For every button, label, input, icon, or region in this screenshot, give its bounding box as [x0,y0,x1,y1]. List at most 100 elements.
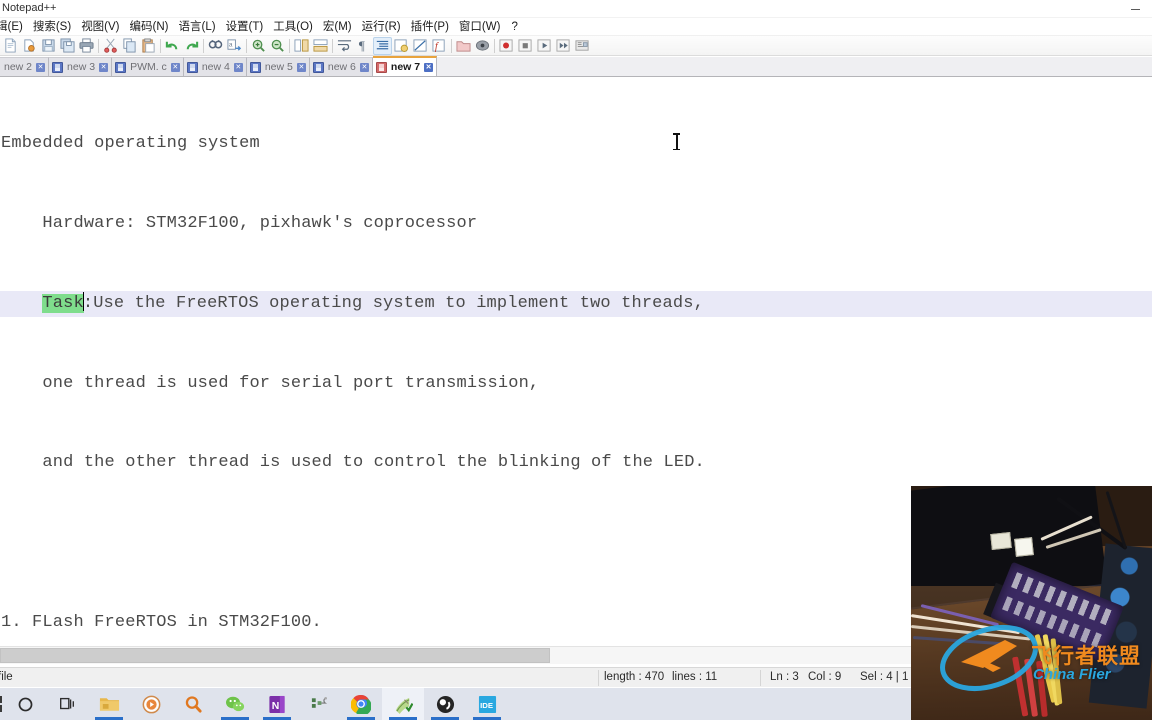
menu-plugins[interactable]: 插件(P) [406,18,454,36]
tab-label: new 4 [201,61,230,73]
menu-language[interactable]: 语言(L) [174,18,221,36]
menu-help[interactable]: ? [505,18,523,36]
chrome-icon[interactable] [340,688,382,720]
macro-stop-icon[interactable] [516,37,535,55]
toolbar: a ¶ f [0,36,1152,56]
redo-icon[interactable] [182,37,201,55]
editor-line[interactable]: Hardware: STM32F100, pixhawk's coprocess… [0,211,1152,238]
onenote-icon[interactable]: N [256,688,298,720]
tab-close-icon[interactable]: ✕ [36,62,46,72]
line-text: Embedded operating system [1,134,260,154]
tab-close-icon[interactable]: ✕ [296,62,306,72]
editor-line[interactable]: and the other thread is used to control … [0,450,1152,477]
svg-text:IDE: IDE [480,700,493,709]
file-save-icon [115,61,127,73]
minimize-button[interactable] [1118,0,1152,18]
menu-encoding[interactable]: 编码(N) [125,18,174,36]
tab-new-2[interactable]: new 2 ✕ [0,57,50,76]
editor-line[interactable]: Embedded operating system [0,131,1152,158]
tab-close-icon[interactable]: ✕ [99,62,109,72]
indent-guide-icon[interactable] [373,36,392,55]
tab-new-5[interactable]: new 5 ✕ [246,57,310,76]
tab-close-icon[interactable]: ✕ [424,62,434,72]
word-wrap-icon[interactable] [335,37,354,55]
sync-horizontal-scroll-icon[interactable] [311,37,330,55]
editor-line-current[interactable]: Task:Use the FreeRTOS operating system t… [0,290,1152,318]
cut-icon[interactable] [101,37,120,55]
sync-vertical-scroll-icon[interactable] [292,37,311,55]
tab-close-icon[interactable]: ✕ [233,62,243,72]
open-file-icon[interactable] [20,37,39,55]
function-list-icon[interactable]: f [430,37,449,55]
macro-run-multiple-icon[interactable] [554,37,573,55]
tab-new-7[interactable]: new 7 ✕ [372,56,438,76]
ide-icon[interactable]: IDE [466,688,508,720]
scrollbar-thumb[interactable] [0,648,550,663]
line-text: one thread is used for serial port trans… [1,373,540,393]
task-view-icon[interactable] [46,688,88,720]
menu-run[interactable]: 运行(R) [357,18,406,36]
macro-playback-icon[interactable] [535,37,554,55]
menu-tools[interactable]: 工具(O) [268,18,318,36]
status-separator [760,670,761,686]
zoom-out-icon[interactable] [268,37,287,55]
zoom-in-icon[interactable] [249,37,268,55]
copy-icon[interactable] [120,37,139,55]
file-save-icon [312,61,324,73]
network-tool-icon[interactable] [298,688,340,720]
user-defined-language-icon[interactable] [392,37,411,55]
tab-close-icon[interactable]: ✕ [359,62,369,72]
editor-line[interactable]: one thread is used for serial port trans… [0,371,1152,398]
tab-new-6[interactable]: new 6 ✕ [309,57,373,76]
monitoring-icon[interactable] [473,37,492,55]
show-all-characters-icon[interactable]: ¶ [354,37,373,55]
wechat-icon[interactable] [214,688,256,720]
tab-new-4[interactable]: new 4 ✕ [183,57,247,76]
save-icon[interactable] [39,37,58,55]
print-icon[interactable] [77,37,96,55]
cortana-search-icon[interactable] [4,688,46,720]
menu-macro[interactable]: 宏(M) [318,18,357,36]
document-map-icon[interactable] [411,37,430,55]
tab-new-3[interactable]: new 3 ✕ [49,57,113,76]
replace-icon[interactable]: a [225,37,244,55]
menu-search[interactable]: 搜索(S) [28,18,76,36]
menu-edit[interactable]: 辑(E) [0,18,28,36]
screen: Notepad++ 辑(E) 搜索(S) 视图(V) 编码(N) 语言(L) 设… [0,0,1152,720]
search-highlight-task: Task [42,293,84,313]
undo-icon[interactable] [163,37,182,55]
folder-as-workspace-icon[interactable] [454,37,473,55]
file-save-icon [186,61,198,73]
macro-record-icon[interactable] [497,37,516,55]
file-save-icon [249,61,261,73]
paste-icon[interactable] [139,37,158,55]
file-save-icon [52,61,64,73]
macro-save-icon[interactable] [573,37,592,55]
tab-label: new 6 [327,61,356,73]
everything-search-icon[interactable] [172,688,214,720]
menu-view[interactable]: 视图(V) [76,18,124,36]
tab-pwm-c[interactable]: PWM. c ✕ [112,57,184,76]
media-player-icon[interactable] [130,688,172,720]
svg-text:N: N [272,700,280,711]
menu-window[interactable]: 窗口(W) [454,18,506,36]
save-all-icon[interactable] [58,37,77,55]
line-text: :Use the FreeRTOS operating system to im… [82,293,704,313]
line-text: 1. FLash FreeRTOS in STM32F100. [1,612,322,632]
obs-studio-icon[interactable] [424,688,466,720]
status-sel: Sel : 4 | 1 [860,671,909,683]
menu-settings[interactable]: 设置(T) [221,18,269,36]
status-length: length : 470 [604,671,665,683]
window-titlebar: Notepad++ [0,0,1152,18]
file-explorer-icon[interactable] [88,688,130,720]
chip-module-2 [1014,537,1034,557]
tab-close-icon[interactable]: ✕ [170,62,180,72]
tab-label: new 3 [67,61,96,73]
find-icon[interactable] [206,37,225,55]
status-doc-type: file [0,671,13,683]
line-text: Hardware: STM32F100, pixhawk's coprocess… [1,213,478,233]
new-file-icon[interactable] [1,37,20,55]
notepad-plus-plus-icon[interactable] [382,688,424,720]
chip-module-1 [990,531,1012,551]
svg-text:a: a [229,41,233,48]
